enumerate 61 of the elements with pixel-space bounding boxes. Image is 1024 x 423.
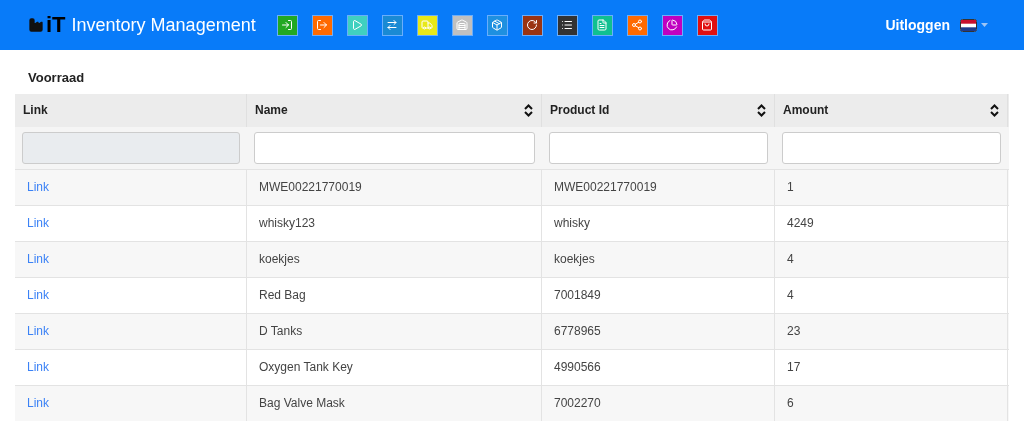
column-title: Link [23,102,48,119]
bag-icon [701,19,714,31]
filter-field[interactable] [782,131,1001,164]
column-title: Product Id [550,102,610,119]
truck-icon [421,19,434,31]
arrows-icon [386,19,399,31]
sort-icon[interactable] [757,103,766,117]
table-cell-text: MWE00221770019 [259,179,362,196]
filter-field[interactable] [254,131,535,164]
table-cell-text: 4 [787,251,794,268]
row-link[interactable]: Link [27,286,49,304]
table-cell-text: 23 [787,323,801,340]
row-link[interactable]: Link [27,214,49,232]
table-cell-text: 4 [787,287,794,304]
row-link[interactable]: Link [27,358,49,376]
toolbar-button[interactable] [521,14,543,36]
factory-icon [28,17,44,33]
file-icon [596,19,609,31]
table-cell-text: Red Bag [259,287,306,304]
warehouse-icon [456,19,469,31]
table-cell-text: MWE00221770019 [554,179,657,196]
table-cell-text: D Tanks [259,323,303,340]
list-icon [561,19,574,31]
table-cell-text: koekjes [259,251,300,268]
play-icon [351,19,364,31]
filter-field[interactable] [549,131,768,164]
refresh-icon [526,19,539,31]
login-icon [281,19,294,31]
section-heading: Voorraad [27,69,86,87]
table-cell-text: 1 [787,179,794,196]
table-cell-text: 6 [787,395,794,412]
row-link[interactable]: Link [27,322,49,340]
row-link[interactable]: Link [27,178,49,196]
table-cell-text: 17 [787,359,801,376]
table-cell-text: whisky [554,215,590,232]
row-link[interactable]: Link [27,394,49,412]
flag-icon [960,18,977,32]
app-title[interactable]: Inventory Management [71,11,256,39]
table-cell-text: koekjes [554,251,595,268]
box-icon [491,19,504,31]
table-cell-text: 4249 [787,215,814,232]
share-icon [631,19,644,31]
pie-chart-icon [666,19,679,31]
table-cell-text: whisky123 [259,215,316,232]
toolbar-button[interactable] [556,14,578,36]
logout-icon [316,19,329,31]
sort-icon[interactable] [524,103,533,117]
table-cell-text: Bag Valve Mask [259,395,345,412]
brand-mark: iT [46,14,66,36]
language-dropdown[interactable] [960,18,988,32]
table-cell-text: Oxygen Tank Key [259,359,353,376]
caret-icon [981,23,988,27]
table-cell-text: 6778965 [554,323,601,340]
table-cell-text: 4990566 [554,359,601,376]
sort-icon[interactable] [990,103,999,117]
column-title: Amount [783,102,829,119]
column-title: Name [255,102,288,119]
row-link[interactable]: Link [27,250,49,268]
logout-link[interactable]: Uitloggen [885,14,950,36]
table-cell-text: 7001849 [554,287,601,304]
table-cell-text: 7002270 [554,395,601,412]
